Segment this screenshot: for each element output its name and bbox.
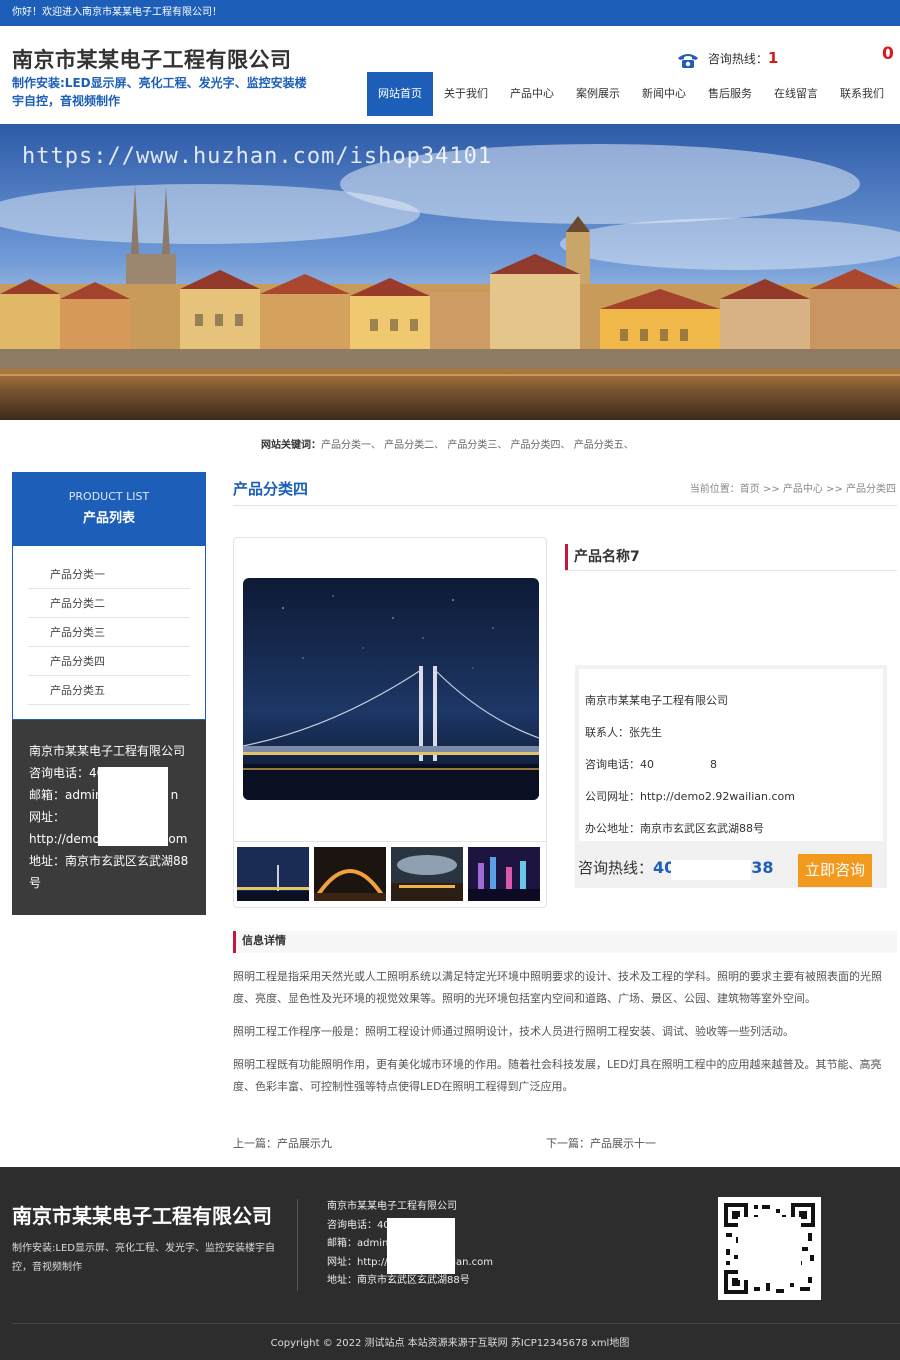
welcome-bar: 你好！欢迎进入南京市某某电子工程有限公司！ xyxy=(0,0,900,26)
nav-contact[interactable]: 联系我们 xyxy=(829,72,895,116)
site-logo-title[interactable]: 南京市某某电子工程有限公司 xyxy=(12,44,292,74)
product-thumbnails xyxy=(234,841,546,907)
nav-cases[interactable]: 案例展示 xyxy=(565,72,631,116)
consult-number-tail: 38 xyxy=(751,858,774,877)
thumbnail-2[interactable] xyxy=(314,847,386,901)
sidebar-contact-address: 地址：南京市玄武区玄武湖88号 xyxy=(29,854,189,890)
detail-paragraph-1: 照明工程是指采用天然光或人工照明系统以满足特定光环境中照明要求的设计、技术及工程… xyxy=(233,970,882,1005)
hotline-number: 1 xyxy=(767,49,779,67)
footer-copyright: Copyright © 2022 测试站点 本站资源来源于互联网 苏ICP123… xyxy=(270,1338,630,1349)
nav-service[interactable]: 售后服务 xyxy=(697,72,763,116)
product-list-header: PRODUCT LIST 产品列表 xyxy=(12,472,206,546)
sidebar-item-category-4[interactable]: 产品分类四 xyxy=(28,647,190,676)
redaction-block xyxy=(671,860,751,880)
thumbnail-3[interactable] xyxy=(391,847,463,901)
sidebar-item-category-2[interactable]: 产品分类二 xyxy=(28,589,190,618)
prev-next-nav: 上一篇：产品展示九 下一篇：产品展示十一 xyxy=(233,1135,897,1151)
welcome-text: 你好！欢迎进入南京市某某电子工程有限公司！ xyxy=(12,7,222,18)
site-slogan: 制作安装:LED显示屏、亮化工程、发光字、监控安装楼宇自控，音视频制作 xyxy=(12,76,307,108)
breadcrumb[interactable]: 当前位置：首页 >> 产品中心 >> 产品分类四 xyxy=(690,480,896,495)
info-company: 南京市某某电子工程有限公司 xyxy=(585,694,728,707)
detail-content: 照明工程是指采用天然光或人工照明系统以满足特定光环境中照明要求的设计、技术及工程… xyxy=(233,966,893,1109)
product-list-title-cn: 产品列表 xyxy=(82,511,135,526)
product-list-title-en: PRODUCT LIST xyxy=(68,490,150,503)
redaction-block xyxy=(387,1218,455,1274)
nav-message[interactable]: 在线留言 xyxy=(763,72,829,116)
product-contact-info: 南京市某某电子工程有限公司 联系人：张先生 咨询电话：40 8 公司网址：http… xyxy=(575,665,887,845)
thumbnail-4[interactable] xyxy=(468,847,540,901)
nav-news[interactable]: 新闻中心 xyxy=(631,72,697,116)
sidebar-item-category-1[interactable]: 产品分类一 xyxy=(28,560,190,589)
footer-company: 南京市某某电子工程有限公司 xyxy=(12,1204,272,1228)
keywords-items[interactable]: 产品分类一、 产品分类二、 产品分类三、 产品分类四、 产品分类五、 xyxy=(321,440,634,451)
site-footer: 南京市某某电子工程有限公司 制作安装:LED显示屏、亮化工程、发光字、监控安装楼… xyxy=(0,1167,900,1360)
sidebar-item-category-5[interactable]: 产品分类五 xyxy=(28,676,190,705)
product-name: 产品名称7 xyxy=(565,544,897,570)
site-keywords: 网站关键词：产品分类一、 产品分类二、 产品分类三、 产品分类四、 产品分类五、 xyxy=(261,436,634,451)
thumbnail-1[interactable] xyxy=(237,847,309,901)
info-address: 办公地址：南京市玄武区玄武湖88号 xyxy=(585,822,764,835)
info-website[interactable]: 公司网址：http://demo2.92wailian.com xyxy=(585,783,883,815)
banner-watermark: https://www.huzhan.com/ishop34101 xyxy=(22,144,493,169)
hero-banner: https://www.huzhan.com/ishop34101 xyxy=(0,124,900,420)
footer-slogan: 制作安装:LED显示屏、亮化工程、发光字、监控安装楼宇自控，音视频制作 xyxy=(12,1243,275,1273)
footer-bottom-divider xyxy=(12,1323,900,1324)
info-phone: 咨询电话：40 8 xyxy=(585,758,717,771)
next-article-link[interactable]: 下一篇：产品展示十一 xyxy=(546,1135,656,1151)
consult-bar: 咨询热线：40 38 立即咨询 xyxy=(575,845,887,888)
info-contact-person: 联系人：张先生 xyxy=(585,726,662,739)
qr-code-icon xyxy=(718,1197,821,1300)
sidebar-contact-company: 南京市某某电子工程有限公司 xyxy=(29,744,186,758)
nav-home[interactable]: 网站首页 xyxy=(367,72,433,116)
title-divider xyxy=(233,505,897,506)
nav-products[interactable]: 产品中心 xyxy=(499,72,565,116)
redaction-block xyxy=(98,767,168,846)
keywords-label: 网站关键词： xyxy=(261,440,321,451)
prev-article-link[interactable]: 上一篇：产品展示九 xyxy=(233,1137,332,1150)
product-category-list: 产品分类一 产品分类二 产品分类三 产品分类四 产品分类五 xyxy=(12,546,206,720)
detail-paragraph-2: 照明工程工作程序一般是：照明工程设计师通过照明设计，技术人员进行照明工程安装、调… xyxy=(233,1025,794,1038)
consult-label: 咨询热线： xyxy=(578,859,654,877)
nav-about[interactable]: 关于我们 xyxy=(433,72,499,116)
product-gallery xyxy=(233,537,547,908)
footer-contact-address: 地址：南京市玄武区玄武湖88号 xyxy=(327,1275,470,1286)
main-nav: 网站首页 关于我们 产品中心 案例展示 新闻中心 售后服务 在线留言 联系我们 xyxy=(367,72,895,116)
product-name-divider xyxy=(565,570,897,571)
footer-contact-company: 南京市某某电子工程有限公司 xyxy=(327,1201,457,1212)
detail-paragraph-3: 照明工程既有功能照明作用，更有美化城市环境的作用。随着社会科技发展，LED灯具在… xyxy=(233,1058,882,1093)
header-hotline: 咨询热线：1 xyxy=(676,46,778,70)
hotline-label: 咨询热线： xyxy=(707,52,768,66)
consult-now-button[interactable]: 立即咨询 xyxy=(798,854,872,887)
phone-icon xyxy=(678,53,698,68)
site-header: 南京市某某电子工程有限公司 制作安装:LED显示屏、亮化工程、发光字、监控安装楼… xyxy=(0,26,900,124)
sidebar-item-category-3[interactable]: 产品分类三 xyxy=(28,618,190,647)
footer-divider xyxy=(297,1199,298,1291)
detail-title: 信息详情 xyxy=(233,931,897,953)
category-title: 产品分类四 xyxy=(233,480,309,498)
product-main-image[interactable] xyxy=(243,578,539,800)
hotline-number-tail: 0 xyxy=(882,44,894,64)
